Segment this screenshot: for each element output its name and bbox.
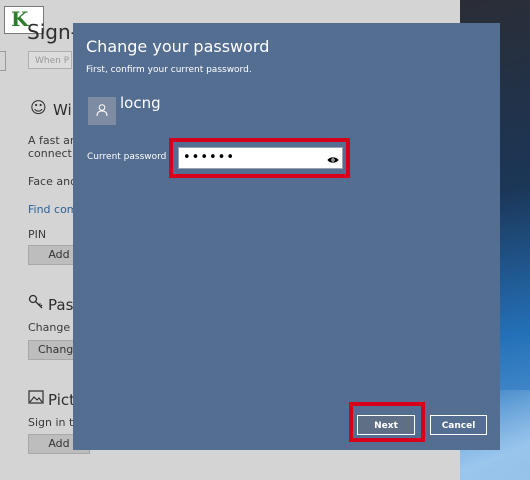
- hello-heading: Wi: [53, 101, 72, 119]
- current-password-input[interactable]: ••••••: [178, 147, 343, 169]
- left-field-edge: [0, 51, 6, 71]
- user-icon: [95, 102, 109, 121]
- key-icon: [28, 294, 44, 314]
- smiley-icon: ☺: [30, 98, 47, 117]
- current-password-label: Current password: [87, 152, 167, 162]
- user-avatar: [88, 97, 116, 125]
- next-button[interactable]: Next: [357, 415, 415, 435]
- search-field[interactable]: When P: [28, 51, 72, 69]
- dialog-title: Change your password: [86, 37, 270, 56]
- reveal-password-button[interactable]: [324, 148, 342, 168]
- cancel-button[interactable]: Cancel: [430, 415, 487, 435]
- pin-label: PIN: [28, 228, 47, 241]
- change-password-dialog: Change your password First, confirm your…: [73, 23, 500, 450]
- username: locng: [120, 94, 161, 112]
- picture-icon: [28, 389, 44, 408]
- eye-icon: [327, 149, 339, 168]
- dialog-subtitle: First, confirm your current password.: [86, 65, 252, 75]
